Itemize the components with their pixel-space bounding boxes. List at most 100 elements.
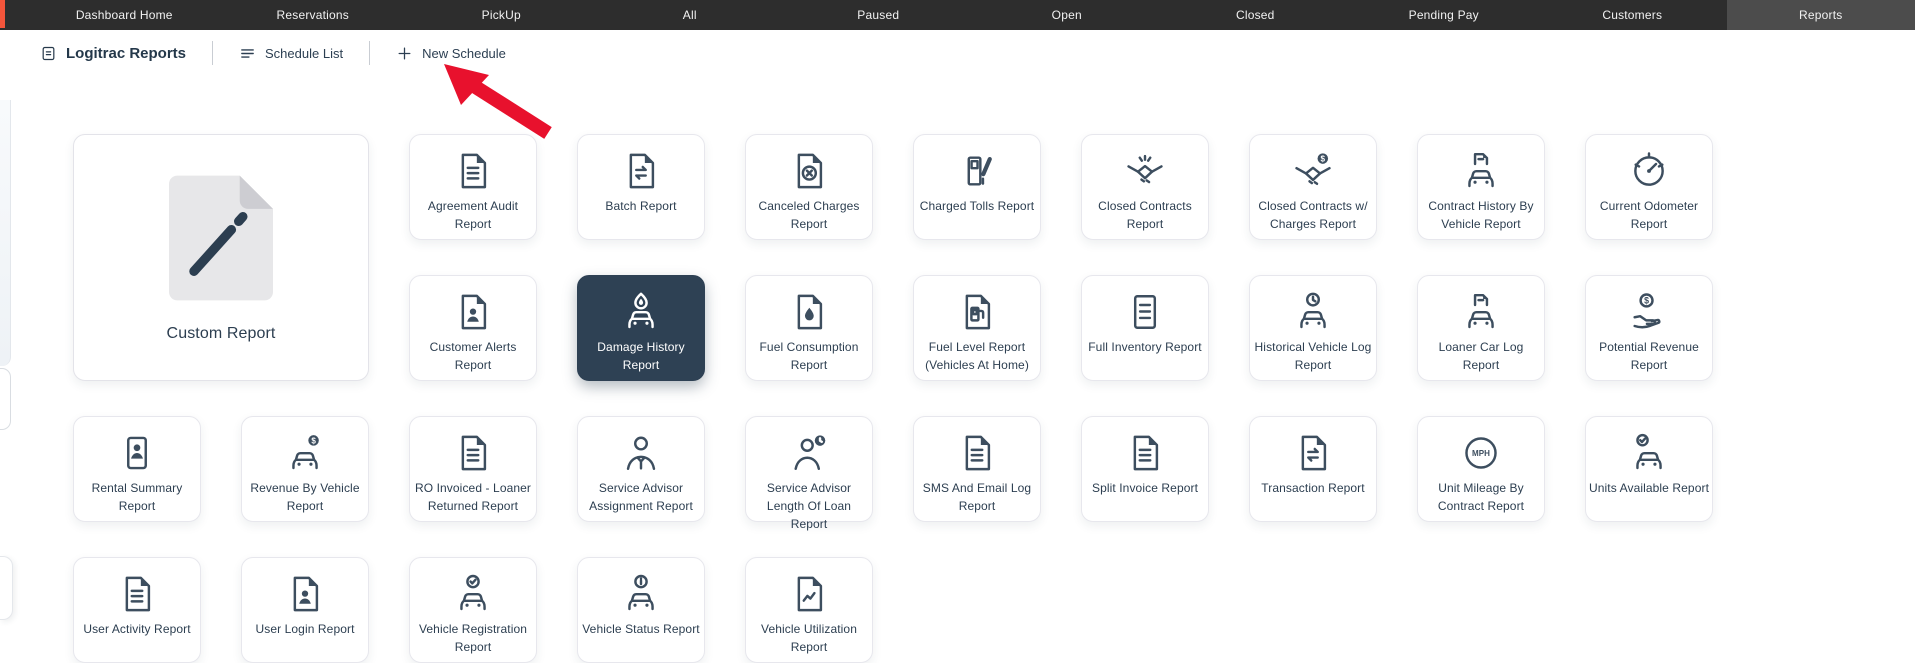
report-card[interactable]: Fuel Consumption Report (745, 275, 873, 381)
doc-person-icon (284, 573, 326, 615)
svg-text:$: $ (311, 436, 316, 445)
doc-arrows-icon (620, 150, 662, 192)
plus-icon (396, 45, 413, 62)
odometer-gauge-icon (1628, 150, 1670, 192)
custom-report-card[interactable]: Custom Report (73, 134, 369, 381)
report-card[interactable]: Full Inventory Report (1081, 275, 1209, 381)
report-card[interactable]: Units Available Report (1585, 416, 1713, 522)
left-card-fragment (0, 556, 13, 620)
doc-x-icon (788, 150, 830, 192)
report-card[interactable]: SMS And Email Log Report (913, 416, 1041, 522)
nav-item-pickup[interactable]: PickUp (407, 0, 596, 30)
doc-lines-icon (1124, 432, 1166, 474)
report-card[interactable]: Vehicle Registration Report (409, 557, 537, 663)
report-card[interactable]: Split Invoice Report (1081, 416, 1209, 522)
doc-lines-icon (452, 150, 494, 192)
nav-item-open[interactable]: Open (973, 0, 1162, 30)
page: { "nav": { "items": [ {"label": "Dashboa… (0, 0, 1915, 640)
doc-chart-icon (788, 573, 830, 615)
handshake-dollar-icon: $ (1292, 150, 1334, 192)
svg-text:$: $ (1321, 155, 1326, 164)
nav-item-reservations[interactable]: Reservations (219, 0, 408, 30)
left-accent-strip (0, 0, 5, 28)
mph-circle-icon: MPH (1460, 432, 1502, 474)
report-card[interactable]: Current Odometer Report (1585, 134, 1713, 240)
car-info-top-icon (620, 573, 662, 615)
report-card-label: Fuel Consumption Report (747, 338, 871, 374)
toolbar-divider (369, 41, 370, 65)
doc-lines-icon (116, 573, 158, 615)
report-card-label: Vehicle Utilization Report (747, 620, 871, 656)
report-card[interactable]: User Login Report (241, 557, 369, 663)
report-card[interactable]: Service Advisor Assignment Report (577, 416, 705, 522)
nav-item-customers[interactable]: Customers (1538, 0, 1727, 30)
nav-item-closed[interactable]: Closed (1161, 0, 1350, 30)
report-card-label: Batch Report (579, 197, 703, 215)
car-document-icon (1460, 150, 1502, 192)
schedule-list-button[interactable]: Schedule List (239, 45, 343, 62)
report-card[interactable]: Batch Report (577, 134, 705, 240)
report-card[interactable]: Historical Vehicle Log Report (1249, 275, 1377, 381)
report-card[interactable]: Damage History Report (577, 275, 705, 381)
doc-person-icon (452, 291, 494, 333)
doc-droplet-icon (788, 291, 830, 333)
report-card-label: Service Advisor Assignment Report (579, 479, 703, 515)
report-card[interactable]: Transaction Report (1249, 416, 1377, 522)
report-card[interactable]: Charged Tolls Report (913, 134, 1041, 240)
doc-lines-icon (452, 432, 494, 474)
report-card-label: Canceled Charges Report (747, 197, 871, 233)
reports-grid: Custom Report Agreement Audit Report Batc… (73, 134, 1713, 663)
report-card[interactable]: Vehicle Status Report (577, 557, 705, 663)
car-flame-icon (620, 291, 662, 333)
report-card[interactable]: Loaner Car Log Report (1417, 275, 1545, 381)
nav-item-dashboard-home[interactable]: Dashboard Home (30, 0, 219, 30)
report-card-label: Charged Tolls Report (915, 197, 1039, 215)
report-card-label: Split Invoice Report (1083, 479, 1207, 497)
reports-toolbar: Logitrac Reports Schedule List New Sched… (0, 30, 1915, 76)
car-document-icon (1460, 291, 1502, 333)
handshake-icon (1124, 150, 1166, 192)
report-card[interactable]: Closed Contracts Report (1081, 134, 1209, 240)
report-card-label: Agreement Audit Report (411, 197, 535, 233)
nav-item-reports[interactable]: Reports (1727, 0, 1915, 30)
report-card-label: SMS And Email Log Report (915, 479, 1039, 515)
doc-lines-icon (956, 432, 998, 474)
car-check-top-icon (452, 573, 494, 615)
doc-arrows-icon (1292, 432, 1334, 474)
report-card[interactable]: Fuel Level Report (Vehicles At Home) (913, 275, 1041, 381)
report-icon (40, 45, 57, 62)
report-card-label: RO Invoiced - Loaner Returned Report (411, 479, 535, 515)
report-card-label: Potential Revenue Report (1587, 338, 1711, 374)
report-card[interactable]: $ Potential Revenue Report (1585, 275, 1713, 381)
report-card[interactable]: Rental Summary Report (73, 416, 201, 522)
report-card-label: Vehicle Status Report (579, 620, 703, 638)
page-title: Logitrac Reports (66, 45, 186, 62)
new-schedule-button[interactable]: New Schedule (396, 45, 506, 62)
nav-item-all[interactable]: All (596, 0, 785, 30)
report-card-label: Loaner Car Log Report (1419, 338, 1543, 374)
report-card-label: Customer Alerts Report (411, 338, 535, 374)
report-card[interactable]: Canceled Charges Report (745, 134, 873, 240)
report-card[interactable]: Vehicle Utilization Report (745, 557, 873, 663)
nav-item-pending-pay[interactable]: Pending Pay (1350, 0, 1539, 30)
report-card[interactable]: User Activity Report (73, 557, 201, 663)
report-card[interactable]: RO Invoiced - Loaner Returned Report (409, 416, 537, 522)
hand-coin-icon: $ (1628, 291, 1670, 333)
report-card[interactable]: $ Revenue By Vehicle Report (241, 416, 369, 522)
report-card[interactable]: Customer Alerts Report (409, 275, 537, 381)
svg-text:$: $ (1644, 296, 1649, 306)
left-panel-fragment (0, 100, 11, 366)
person-tie-icon (620, 432, 662, 474)
report-card[interactable]: Service Advisor Length Of Loan Report (745, 416, 873, 522)
report-card-label: Historical Vehicle Log Report (1251, 338, 1375, 374)
report-card[interactable]: Agreement Audit Report (409, 134, 537, 240)
left-card-fragment (0, 368, 11, 430)
report-card[interactable]: $ Closed Contracts w/ Charges Report (1249, 134, 1377, 240)
report-card-label: Unit Mileage By Contract Report (1419, 479, 1543, 515)
nav-item-paused[interactable]: Paused (784, 0, 973, 30)
report-card-label: Revenue By Vehicle Report (243, 479, 367, 515)
report-card[interactable]: MPH Unit Mileage By Contract Report (1417, 416, 1545, 522)
report-card-label: Closed Contracts w/ Charges Report (1251, 197, 1375, 233)
report-card[interactable]: Contract History By Vehicle Report (1417, 134, 1545, 240)
doc-lines-boxed-icon (1124, 291, 1166, 333)
